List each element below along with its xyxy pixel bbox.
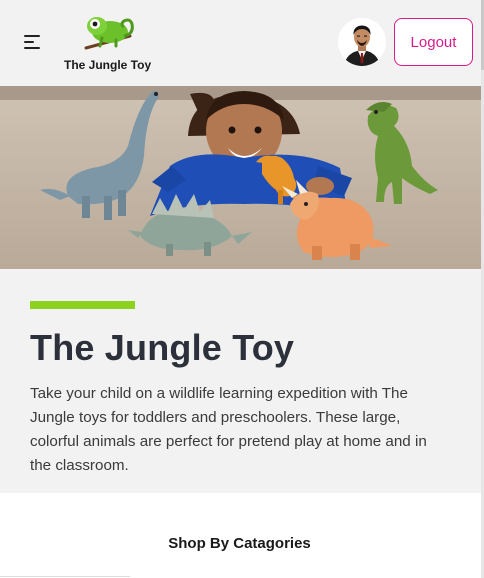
intro-description: Take your child on a wildlife learning e… (30, 385, 427, 474)
menu-icon[interactable] (24, 34, 42, 50)
hero-banner-image (0, 86, 484, 269)
accent-bar (30, 301, 135, 309)
user-avatar-image (338, 18, 386, 66)
user-avatar[interactable] (338, 18, 386, 66)
header: The Jungle Toy Logout (0, 0, 484, 86)
chameleon-logo-icon (84, 17, 134, 50)
intro-section: The Jungle Toy Take your child on a wild… (0, 269, 484, 493)
hero-banner (0, 86, 484, 269)
categories-heading: Shop By Catagories (168, 535, 311, 552)
brand-name: The Jungle Toy (64, 58, 152, 72)
logout-button[interactable]: Logout (394, 18, 473, 66)
divider (0, 576, 130, 577)
page-title: The Jungle Toy (30, 327, 295, 368)
logo[interactable]: The Jungle Toy (60, 12, 160, 76)
